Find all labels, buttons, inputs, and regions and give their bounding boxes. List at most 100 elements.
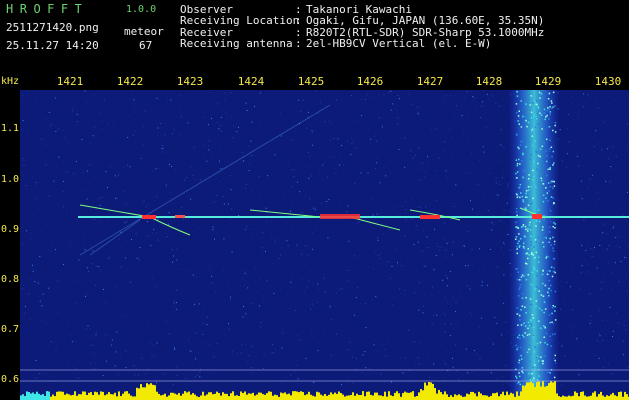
band-dot [518, 158, 520, 161]
noise-dot [245, 183, 247, 185]
power-bar [480, 393, 482, 400]
power-bar [294, 391, 296, 400]
noise-dot [104, 334, 106, 336]
noise-dot [120, 266, 122, 268]
noise-dot [411, 103, 413, 105]
noise-dot [22, 120, 24, 122]
power-bar [128, 393, 130, 400]
noise-dot [610, 166, 612, 167]
noise-dot [481, 285, 483, 287]
power-bar [190, 394, 192, 400]
noise-dot [503, 253, 504, 255]
noise-dot [456, 370, 458, 372]
noise-dot [215, 290, 217, 292]
noise-dot [163, 373, 165, 375]
noise-dot [283, 193, 284, 195]
noise-dot [265, 251, 266, 252]
noise-dot [187, 196, 189, 198]
noise-dot [135, 131, 137, 133]
power-bar [24, 396, 26, 400]
power-bar [64, 394, 66, 400]
power-bar [226, 393, 228, 400]
band-dot [517, 120, 519, 122]
noise-dot [246, 109, 248, 111]
noise-dot [107, 257, 109, 259]
band-dot [550, 196, 553, 198]
noise-dot [46, 215, 48, 217]
power-bar [516, 391, 518, 400]
band-dot [532, 254, 534, 256]
noise-dot [503, 108, 505, 110]
band-dot [518, 123, 520, 125]
noise-dot [506, 202, 508, 204]
band-dot [546, 192, 548, 195]
noise-dot [323, 274, 325, 275]
power-bar [170, 392, 172, 400]
noise-dot [142, 144, 144, 146]
power-bar [330, 392, 332, 400]
noise-dot [202, 334, 204, 335]
power-bar [36, 391, 38, 400]
power-bar [256, 394, 258, 400]
band-dot [537, 107, 540, 109]
noise-dot [452, 297, 454, 299]
noise-dot [470, 152, 472, 154]
noise-dot [492, 166, 494, 168]
noise-dot [373, 344, 375, 346]
band-dot [530, 241, 532, 243]
noise-dot [583, 279, 585, 281]
noise-dot [244, 229, 246, 231]
noise-dot [323, 277, 325, 279]
noise-dot [145, 206, 147, 208]
power-bar [270, 391, 272, 400]
noise-dot [418, 114, 420, 116]
band-dot [554, 333, 556, 335]
noise-dot [488, 99, 490, 100]
noise-dot [306, 301, 308, 302]
noise-dot [483, 195, 485, 197]
noise-dot [387, 92, 389, 94]
noise-dot [451, 136, 453, 138]
noise-dot [241, 343, 243, 345]
noise-dot [21, 281, 23, 283]
band-dot [528, 344, 531, 346]
band-dot [535, 305, 537, 308]
band-dot [553, 202, 555, 204]
noise-dot [165, 233, 167, 235]
noise-dot [348, 240, 350, 242]
noise-dot [450, 303, 452, 305]
band-dot [550, 146, 553, 148]
noise-dot [161, 145, 163, 146]
band-dot [548, 231, 551, 233]
noise-dot [172, 383, 174, 385]
band-dot [530, 117, 533, 119]
noise-dot [426, 121, 428, 123]
noise-dot [102, 120, 104, 122]
noise-dot [377, 350, 379, 352]
power-bar [562, 395, 564, 400]
noise-dot [240, 352, 242, 354]
power-bar [336, 393, 338, 400]
band-dot [539, 360, 541, 362]
power-bar [58, 391, 60, 400]
noise-dot [362, 141, 364, 143]
noise-dot [596, 267, 598, 269]
noise-dot [602, 319, 604, 321]
noise-dot [405, 218, 407, 220]
power-bar [388, 391, 390, 400]
band-dot [517, 346, 519, 349]
noise-dot [76, 303, 78, 305]
noise-dot [257, 166, 259, 168]
power-bar [234, 395, 236, 400]
noise-dot [468, 140, 470, 142]
noise-dot [111, 339, 113, 341]
power-bar [334, 392, 336, 400]
band-dot [542, 194, 545, 196]
noise-dot [236, 131, 238, 133]
power-bar [88, 392, 90, 400]
noise-dot [339, 288, 341, 290]
noise-dot [262, 232, 264, 234]
noise-dot [197, 228, 199, 229]
noise-dot [608, 244, 610, 246]
noise-dot [460, 117, 462, 119]
